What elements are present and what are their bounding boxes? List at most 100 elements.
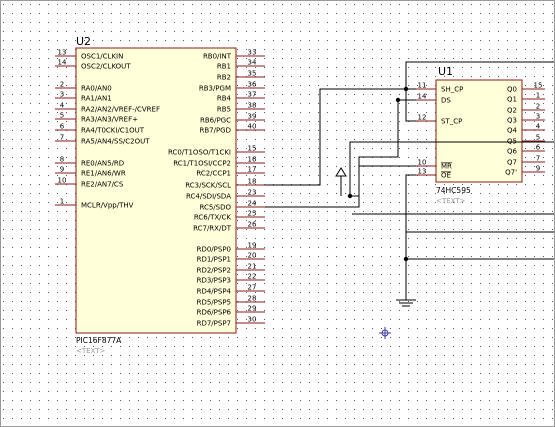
grid-dot — [426, 418, 427, 419]
grid-dot — [75, 22, 76, 23]
grid-dot — [480, 283, 481, 284]
grid-dot — [282, 301, 283, 302]
grid-dot — [525, 148, 526, 149]
grid-dot — [336, 418, 337, 419]
grid-dot — [84, 418, 85, 419]
grid-dot — [552, 409, 553, 410]
grid-dot — [273, 337, 274, 338]
grid-dot — [444, 49, 445, 50]
grid-dot — [3, 166, 4, 167]
grid-dot — [345, 22, 346, 23]
grid-dot — [129, 13, 130, 14]
grid-dot — [120, 373, 121, 374]
grid-dot — [507, 328, 508, 329]
grid-dot — [21, 175, 22, 176]
grid-dot — [39, 103, 40, 104]
grid-dot — [498, 382, 499, 383]
grid-dot — [390, 274, 391, 275]
grid-dot — [381, 49, 382, 50]
grid-dot — [480, 292, 481, 293]
grid-dot — [327, 265, 328, 266]
grid-dot — [138, 337, 139, 338]
grid-dot — [291, 13, 292, 14]
grid-dot — [111, 346, 112, 347]
grid-dot — [309, 58, 310, 59]
grid-dot — [21, 76, 22, 77]
grid-dot — [453, 409, 454, 410]
grid-dot — [372, 283, 373, 284]
grid-dot — [264, 202, 265, 203]
grid-dot — [291, 292, 292, 293]
grid-dot — [300, 175, 301, 176]
pin-7-name: RA5/AN4/SS/C2OUT — [81, 138, 150, 146]
grid-dot — [489, 247, 490, 248]
grid-dot — [552, 391, 553, 392]
pin-14-name: OSC2/CLKOUT — [81, 63, 131, 71]
grid-dot — [327, 130, 328, 131]
grid-dot — [300, 355, 301, 356]
grid-dot — [3, 184, 4, 185]
grid-dot — [381, 193, 382, 194]
grid-dot — [264, 274, 265, 275]
grid-dot — [345, 220, 346, 221]
grid-dot — [309, 40, 310, 41]
grid-dot — [39, 112, 40, 113]
grid-dot — [471, 184, 472, 185]
grid-dot — [273, 319, 274, 320]
grid-dot — [516, 400, 517, 401]
grid-dot — [282, 85, 283, 86]
grid-dot — [300, 292, 301, 293]
grid-dot — [192, 337, 193, 338]
grid-dot — [48, 220, 49, 221]
grid-dot — [21, 13, 22, 14]
grid-dot — [282, 76, 283, 77]
grid-dot — [381, 409, 382, 410]
grid-dot — [372, 130, 373, 131]
grid-dot — [300, 193, 301, 194]
grid-dot — [435, 310, 436, 311]
grid-dot — [273, 130, 274, 131]
grid-dot — [507, 256, 508, 257]
grid-dot — [354, 211, 355, 212]
grid-dot — [3, 220, 4, 221]
grid-dot — [57, 319, 58, 320]
grid-dot — [228, 40, 229, 41]
grid-dot — [84, 355, 85, 356]
grid-dot — [552, 301, 553, 302]
grid-dot — [12, 355, 13, 356]
grid-dot — [327, 121, 328, 122]
grid-dot — [399, 265, 400, 266]
grid-dot — [399, 4, 400, 5]
grid-dot — [273, 67, 274, 68]
pin-38-name: RB5 — [217, 106, 231, 114]
grid-dot — [480, 247, 481, 248]
grid-dot — [282, 292, 283, 293]
grid-dot — [552, 355, 553, 356]
grid-dot — [291, 139, 292, 140]
schematic-canvas[interactable]: U2 13 OSC1/CLKIN14 OSC2/CLKOUT2 RA0/AN03 RA1… — [0, 0, 555, 427]
grid-dot — [165, 355, 166, 356]
grid-dot — [345, 157, 346, 158]
grid-dot — [498, 211, 499, 212]
grid-dot — [399, 319, 400, 320]
grid-dot — [525, 166, 526, 167]
grid-dot — [507, 418, 508, 419]
grid-dot — [30, 139, 31, 140]
grid-dot — [498, 202, 499, 203]
grid-dot — [327, 400, 328, 401]
grid-dot — [255, 346, 256, 347]
pin-2-number: 2 — [536, 103, 540, 111]
pin-3-name: RA1/AN1 — [81, 95, 112, 103]
u2-component[interactable]: U2 13 OSC1/CLKIN14 OSC2/CLKOUT2 RA0/AN03 RA1… — [55, 35, 265, 355]
grid-dot — [264, 67, 265, 68]
grid-dot — [201, 22, 202, 23]
grid-dot — [498, 274, 499, 275]
grid-dot — [381, 85, 382, 86]
grid-dot — [183, 373, 184, 374]
grid-dot — [453, 328, 454, 329]
grid-dot — [525, 184, 526, 185]
grid-dot — [210, 337, 211, 338]
grid-dot — [345, 319, 346, 320]
grid-dot — [183, 4, 184, 5]
grid-dot — [525, 418, 526, 419]
